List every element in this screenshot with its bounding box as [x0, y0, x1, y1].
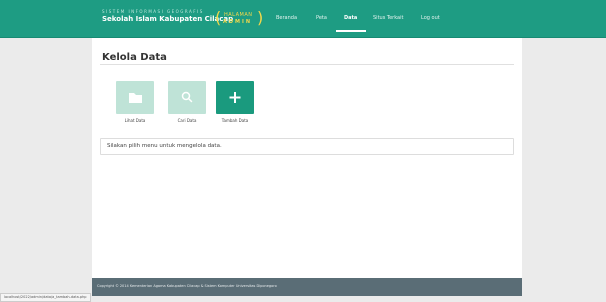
- badge-left-paren: (: [215, 8, 222, 27]
- info-message-box: Silakan pilih menu untuk mengelola data.: [100, 138, 514, 155]
- brand-subtitle: SISTEM INFORMASI GEOGRAFIS: [102, 9, 204, 14]
- lihat-data-label: Lihat Data: [124, 118, 146, 123]
- nav-peta[interactable]: Peta: [316, 15, 327, 21]
- top-navbar: SISTEM INFORMASI GEOGRAFIS Sekolah Islam…: [0, 0, 606, 38]
- search-icon: [181, 91, 193, 103]
- plus-icon: [229, 92, 241, 103]
- info-message: Silakan pilih menu untuk mengelola data.: [107, 143, 222, 149]
- badge-right-paren: ): [257, 8, 264, 27]
- admin-badge: ( HALAMAN ADMIN ): [215, 8, 265, 29]
- lihat-data-button[interactable]: [116, 81, 154, 114]
- folder-icon: [129, 93, 142, 103]
- nav-active-indicator: [336, 30, 366, 32]
- main-panel: Kelola Data Lihat Data Cari Data Tambah …: [92, 38, 522, 278]
- nav-beranda[interactable]: Beranda: [276, 15, 297, 21]
- page-title: Kelola Data: [102, 51, 167, 63]
- tambah-data-button[interactable]: [216, 81, 254, 114]
- footer: Copyright © 2014 Kementerian Agama Kabup…: [92, 278, 522, 296]
- status-bar-url: localhost/2022/admin/data/a_tambah-data.…: [0, 293, 91, 302]
- brand-title: Sekolah Islam Kabupaten Cilacap: [102, 15, 234, 23]
- footer-copyright: Copyright © 2014 Kementerian Agama Kabup…: [97, 284, 277, 288]
- badge-bottom-text: ADMIN: [223, 19, 253, 25]
- cari-data-label: Cari Data: [177, 118, 197, 123]
- title-divider: [100, 64, 514, 65]
- badge-top-text: HALAMAN: [224, 12, 253, 18]
- tambah-data-label: Tambah Data: [221, 118, 249, 123]
- nav-log-out[interactable]: Log out: [421, 15, 440, 21]
- nav-data[interactable]: Data: [344, 15, 357, 21]
- cari-data-button[interactable]: [168, 81, 206, 114]
- nav-situs-terkait[interactable]: Situs Terkait: [373, 15, 403, 21]
